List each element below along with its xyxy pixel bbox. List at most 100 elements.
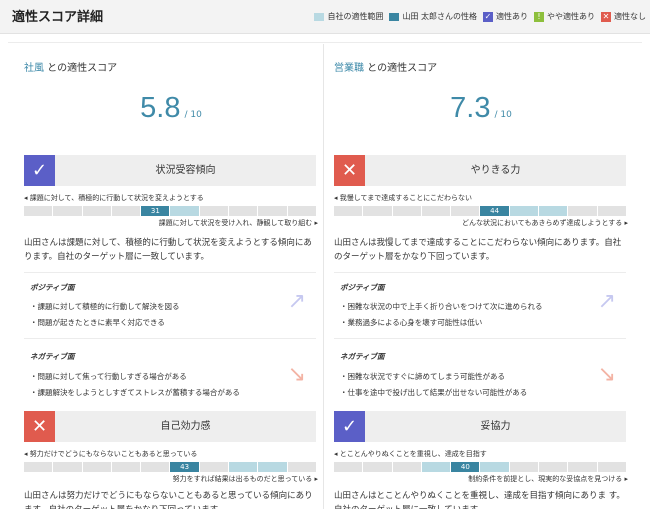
- scale-segment: [141, 462, 170, 472]
- sales-score: 7.3/ 10: [334, 92, 628, 128]
- legend: 自社の適性範囲 山田 太郎さんの性格 ✓ 適性あり ! やや適性あり ✕ 適性な…: [308, 11, 646, 22]
- positive-title: ポジティブ面: [340, 283, 385, 292]
- scale-segment: [334, 462, 363, 472]
- scale-segment: [392, 462, 421, 472]
- trait-name: 状況受容傾向: [155, 165, 216, 176]
- divider: [334, 272, 626, 273]
- arrow-up-right-icon: ↗: [597, 289, 616, 314]
- scale-segment: [258, 206, 287, 216]
- positive-title: ポジティブ面: [30, 283, 75, 292]
- scale-segment: [568, 206, 597, 216]
- page-title: 適性スコア詳細: [12, 10, 104, 25]
- scale-segment: [287, 206, 316, 216]
- trait-header[interactable]: ✕ やりきる力: [334, 155, 626, 186]
- person-marker: 40: [451, 462, 480, 472]
- arrow-down-right-icon: ↘: [287, 362, 306, 387]
- axis-left-text: 努力だけでどうにもならないこともあると思っている: [29, 450, 198, 458]
- trait-header[interactable]: ✕ 自己効力感: [24, 411, 316, 442]
- scale-segment: [363, 206, 392, 216]
- person-swatch: [389, 12, 400, 21]
- axis-right-text: 課題に対して状況を受け入れ、静観して取り組む: [158, 219, 313, 227]
- trait-header[interactable]: ✓ 状況受容傾向: [24, 155, 316, 186]
- arrow-up-right-icon: ↗: [287, 289, 306, 314]
- scale-segment: [24, 462, 53, 472]
- negative-point: ・困難な状況ですぐに諦めてしまう可能性がある: [340, 372, 505, 381]
- range-swatch: [314, 12, 325, 21]
- axis-left-text: 我慢してまで達成することにこだわらない: [339, 194, 473, 202]
- trait-description: 山田さんは課題に対して、積極的に行動して状況を変えようとする傾向にあります。自社…: [24, 238, 312, 262]
- trait-name: 自己効力感: [160, 421, 211, 432]
- axis-right-text: どんな状況においてもあきらめず達成しようとする: [462, 219, 623, 227]
- legend-fit: ✓ 適性あり: [483, 11, 528, 22]
- scale-segment: [111, 206, 141, 216]
- positive-point: ・業務過多による心身を壊す可能性は低い: [340, 318, 483, 327]
- scale-segment: [199, 462, 229, 472]
- trait-scale-bar: 43: [24, 462, 316, 472]
- positive-point: ・課題に対して積極的に行動して解決を図る: [30, 302, 180, 311]
- legend-range: 自社の適性範囲: [314, 11, 383, 22]
- scale-segment: [53, 462, 82, 472]
- target-range-segment: [480, 462, 509, 472]
- negative-point: ・問題に対して焦って行動しすぎる場合がある: [30, 372, 187, 381]
- trait-scale-bar: 40: [334, 462, 626, 472]
- axis-right-label: どんな状況においてもあきらめず達成しようとする ▸: [462, 219, 628, 227]
- check-icon: ✓: [483, 11, 493, 22]
- legend-nofit-label: 適性なし: [614, 12, 646, 21]
- axis-right-text: 努力をすれば結果は出るものだと思っている: [172, 475, 313, 483]
- legend-person: 山田 太郎さんの性格: [389, 11, 477, 22]
- scale-segment: [597, 462, 626, 472]
- scale-segment: [53, 206, 82, 216]
- scale-segment: [363, 462, 392, 472]
- trait-header[interactable]: ✓ 妥協力: [334, 411, 626, 442]
- person-marker: 43: [170, 462, 199, 472]
- target-range-segment: [170, 206, 199, 216]
- target-range-segment: [539, 206, 568, 216]
- scale-segment: [539, 462, 568, 472]
- axis-right-text: 制約条件を前提とし、現実的な妥協点を見つける: [468, 475, 623, 483]
- arrow-down-right-icon: ↘: [597, 362, 616, 387]
- sales-fit-column: 営業職 との適性スコア 7.3/ 10 ✕ やりきる力 ◂ 我慢してまで達成する…: [334, 46, 628, 509]
- trait-name: やりきる力: [470, 165, 521, 176]
- check-icon: ✓: [24, 155, 55, 186]
- sales-score-denominator: / 10: [494, 110, 512, 120]
- axis-right-label: 課題に対して状況を受け入れ、静観して取り組む ▸: [158, 219, 318, 227]
- person-marker: 31: [141, 206, 170, 216]
- scale-segment: [199, 206, 229, 216]
- axis-left-label: ◂ 課題に対して、積極的に行動して状況を変えようとする: [24, 194, 204, 202]
- cross-icon: ✕: [334, 155, 365, 186]
- negative-point: ・課題解決をしようとしすぎてストレスが蓄積する場合がある: [30, 388, 240, 397]
- person-marker: 44: [480, 206, 509, 216]
- target-range-segment: [509, 206, 539, 216]
- axis-right-label: 制約条件を前提とし、現実的な妥協点を見つける ▸: [468, 475, 628, 483]
- trait-description: 山田さんは我慢してまで達成することにこだわらない傾向にあります。自社のターゲット…: [334, 238, 622, 262]
- scale-segment: [334, 206, 363, 216]
- sales-link[interactable]: 営業職: [334, 63, 364, 74]
- negative-point: ・仕事を途中で投げ出して結果が出せない可能性がある: [340, 388, 528, 397]
- cross-icon: ✕: [601, 11, 611, 22]
- target-range-segment: [258, 462, 287, 472]
- scale-segment: [568, 462, 597, 472]
- cross-icon: ✕: [24, 411, 55, 442]
- target-range-segment: [421, 462, 451, 472]
- culture-link[interactable]: 社風: [24, 63, 44, 74]
- legend-person-label: 山田 太郎さんの性格: [402, 12, 477, 21]
- exclamation-icon: !: [534, 11, 544, 22]
- column-divider: [323, 44, 324, 509]
- negative-title: ネガティブ面: [30, 352, 75, 361]
- scale-segment: [392, 206, 421, 216]
- legend-range-label: 自社の適性範囲: [327, 12, 384, 21]
- trait-scale-bar: 44: [334, 206, 626, 216]
- axis-left-text: とことんやりぬくことを重視し、達成を目指す: [339, 450, 487, 458]
- negative-title: ネガティブ面: [340, 352, 385, 361]
- scale-segment: [597, 206, 626, 216]
- culture-score-value: 5.8: [140, 92, 181, 124]
- scale-segment: [421, 206, 451, 216]
- trait-description: 山田さんはとことんやりぬくことを重視し、達成を目指す傾向にありま す。自社のター…: [334, 491, 625, 509]
- scale-segment: [509, 462, 539, 472]
- positive-point: ・問題が起きたときに素早く対応できる: [30, 318, 165, 327]
- scale-segment: [24, 206, 53, 216]
- sales-title-suffix: との適性スコア: [364, 63, 438, 74]
- scale-segment: [82, 462, 111, 472]
- divider: [334, 338, 626, 339]
- sales-score-value: 7.3: [450, 92, 491, 124]
